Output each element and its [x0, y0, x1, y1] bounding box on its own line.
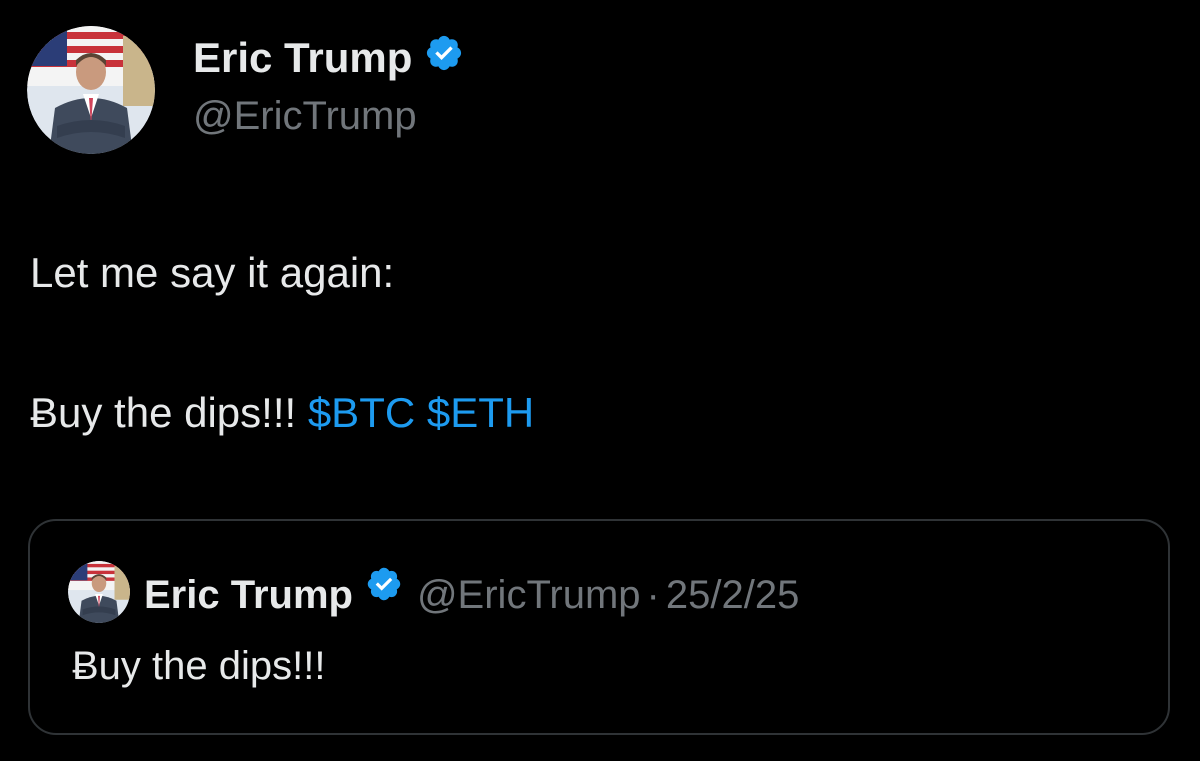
cashtag-btc[interactable]: $BTC [308, 389, 415, 436]
quoted-author-handle[interactable]: @EricTrump [417, 570, 641, 620]
tweet-text-line-2: Ƀuy the dips!!! $BTC $ETH [30, 388, 534, 438]
tweet-text-line-1: Let me say it again: [30, 249, 395, 296]
verified-badge-icon [365, 565, 403, 624]
quoted-author-name[interactable]: Eric Trump [144, 570, 353, 620]
tweet-text-prefix: Ƀuy the dips!!! [30, 389, 297, 436]
author-name[interactable]: Eric Trump [193, 34, 412, 82]
author-avatar[interactable] [27, 26, 155, 154]
quoted-tweet-text: Ƀuy the dips!!! [72, 644, 326, 688]
author-name-row[interactable]: Eric Trump [193, 33, 464, 83]
quoted-header: Eric Trump @EricTrump · 25/2/25 [144, 565, 799, 624]
tweet: Eric Trump @EricTrump Let me say it agai… [0, 0, 1200, 761]
cashtag-eth[interactable]: $ETH [427, 389, 534, 436]
verified-badge-icon [424, 33, 464, 83]
quoted-tweet-card[interactable]: Eric Trump @EricTrump · 25/2/25 Ƀuy the … [28, 519, 1170, 735]
quoted-date[interactable]: 25/2/25 [666, 570, 799, 620]
quoted-author-avatar[interactable] [68, 561, 130, 623]
author-handle[interactable]: @EricTrump [193, 92, 417, 140]
separator-dot: · [646, 572, 660, 617]
